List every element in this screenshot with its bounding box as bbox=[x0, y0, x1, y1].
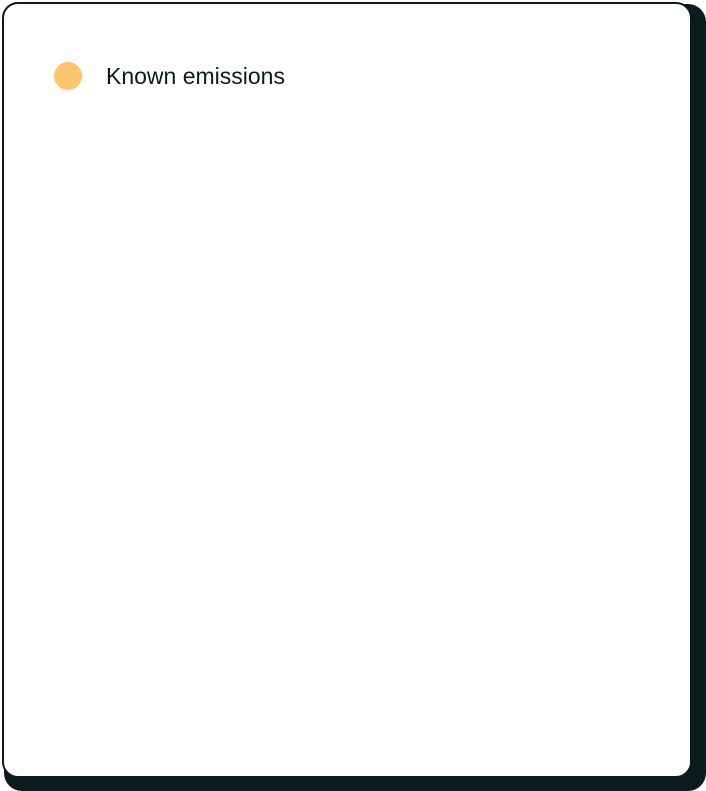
legend: Known emissions bbox=[54, 62, 285, 90]
legend-card: Known emissions bbox=[2, 2, 692, 778]
legend-label-known-emissions: Known emissions bbox=[106, 63, 285, 89]
legend-swatch-known-emissions bbox=[54, 62, 82, 90]
